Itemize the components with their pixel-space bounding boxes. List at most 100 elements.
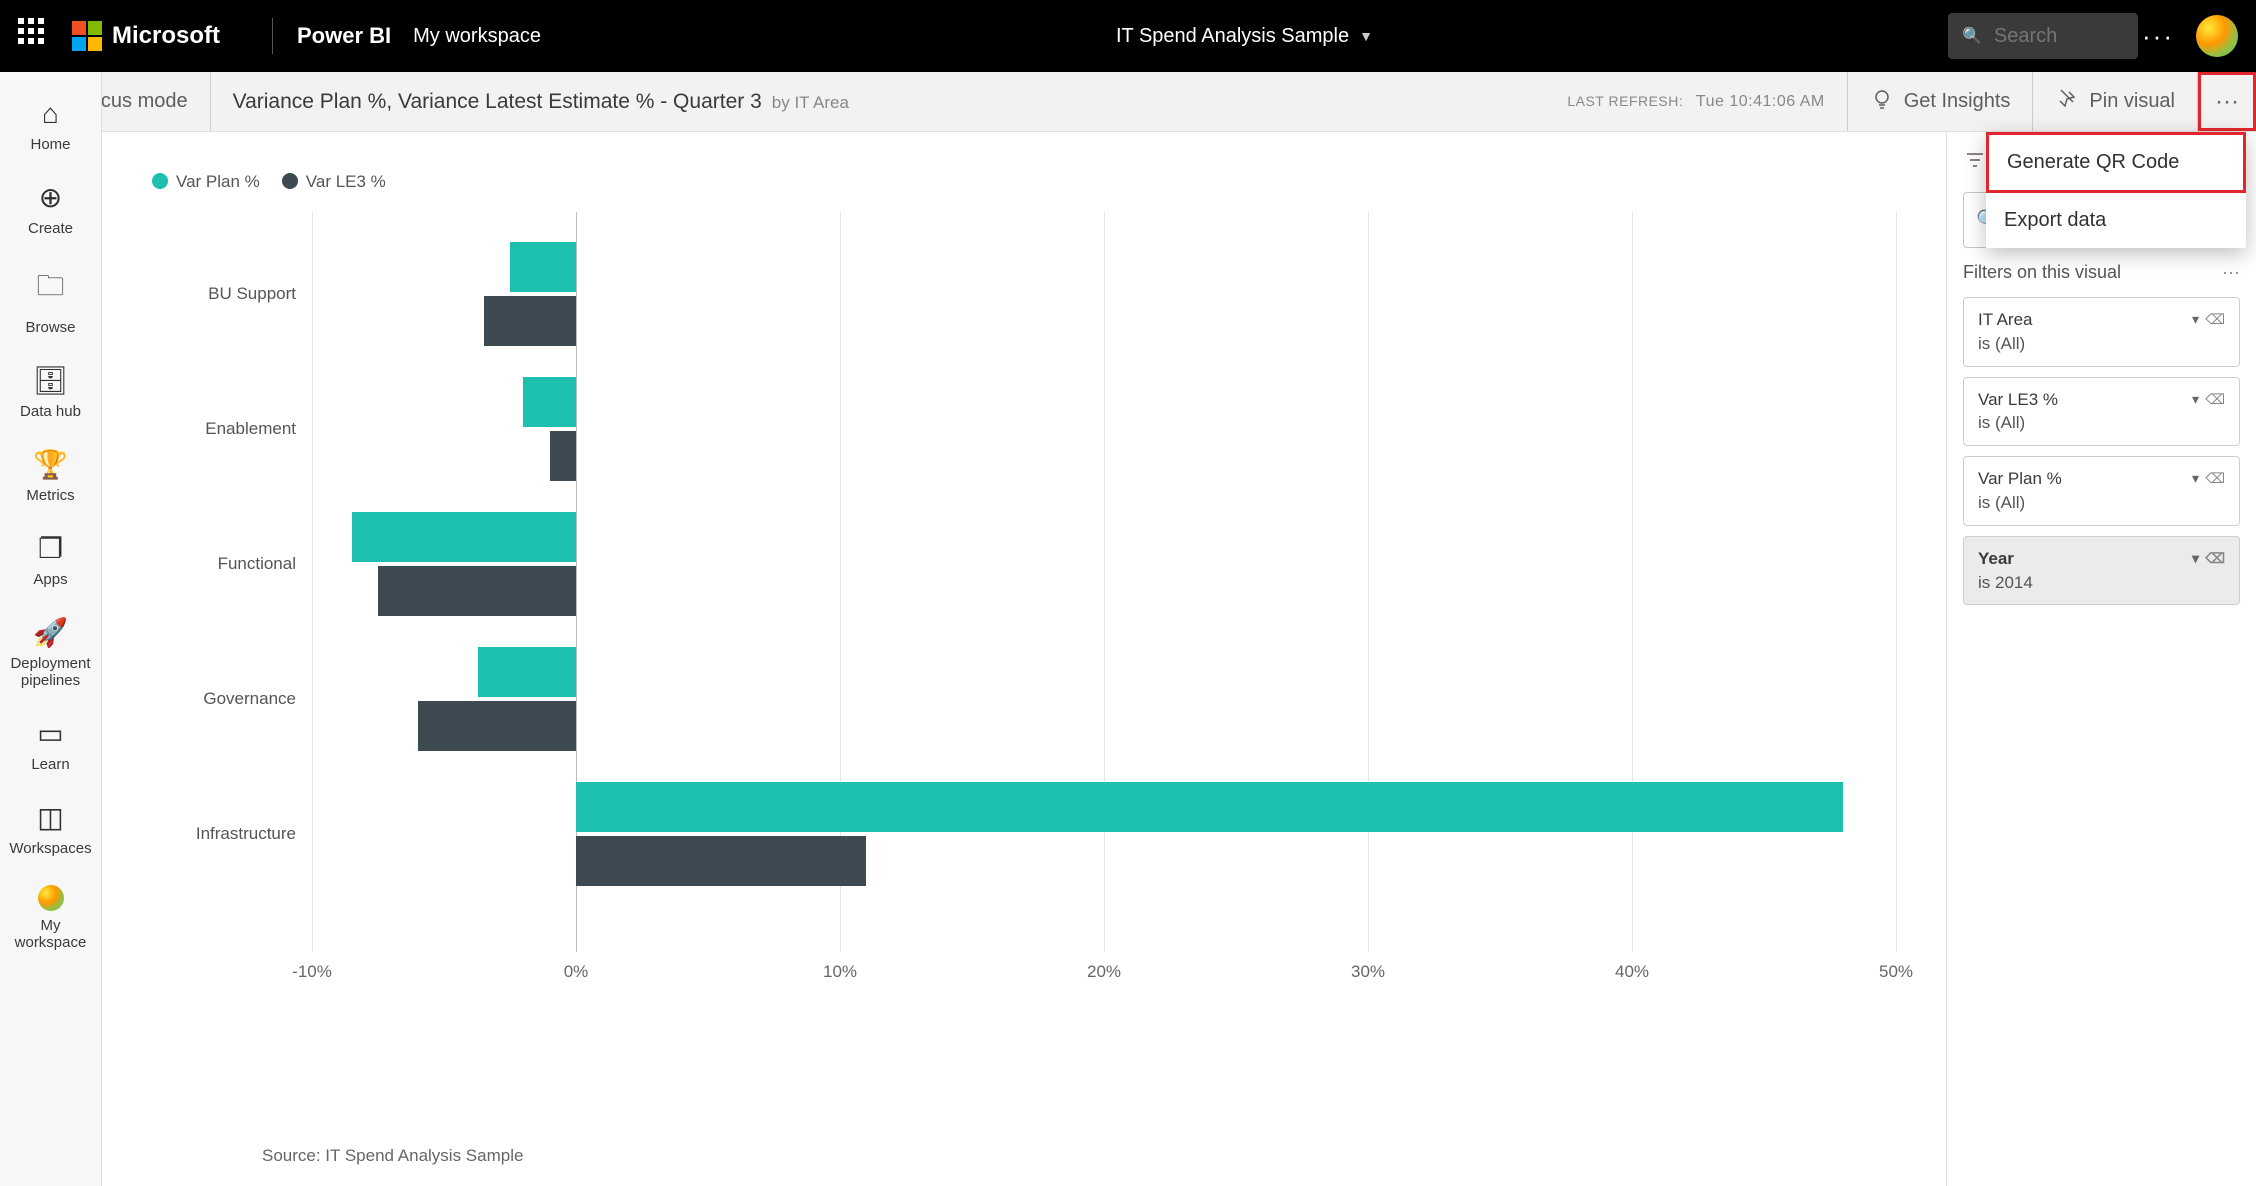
- book-icon: ▭: [37, 717, 63, 750]
- legend-item-le3[interactable]: Var LE3 %: [282, 172, 386, 192]
- settings-more-icon[interactable]: ···: [2138, 21, 2178, 52]
- nav-apps-label: Apps: [33, 571, 67, 588]
- visual-title-main: Variance Plan %, Variance Latest Estimat…: [233, 90, 762, 114]
- more-options-button[interactable]: ···: [2197, 72, 2256, 131]
- bar-var-le3--functional[interactable]: [378, 566, 576, 616]
- nav-datahub[interactable]: 🗄 Data hub: [0, 350, 101, 434]
- nav-learn-label: Learn: [31, 756, 69, 773]
- pin-visual-label: Pin visual: [2089, 90, 2175, 113]
- powerbi-label[interactable]: Power BI: [297, 23, 391, 49]
- visual-title-by: by IT Area: [772, 93, 849, 113]
- filter-card-value: is (All): [1978, 332, 2225, 356]
- filter-card-var-le3-[interactable]: Var LE3 %is (All)▾⌫: [1963, 377, 2240, 447]
- bar-var-le3--bu-support[interactable]: [484, 296, 576, 346]
- home-icon: ⌂: [42, 98, 59, 130]
- avatar[interactable]: [2196, 15, 2238, 57]
- pin-visual-button[interactable]: Pin visual: [2032, 72, 2197, 131]
- chevron-down-icon[interactable]: ▾: [2192, 390, 2199, 410]
- bar-var-le3--infrastructure[interactable]: [576, 836, 866, 886]
- workspace-breadcrumb[interactable]: My workspace: [413, 25, 541, 48]
- report-title-dropdown[interactable]: IT Spend Analysis Sample ▼: [541, 25, 1948, 48]
- filter-card-it-area[interactable]: IT Areais (All)▾⌫: [1963, 297, 2240, 367]
- legend-plan-label: Var Plan %: [176, 172, 260, 191]
- nav-workspaces-label: Workspaces: [9, 840, 91, 857]
- global-search[interactable]: 🔍: [1948, 13, 2138, 59]
- nav-pipelines-label: Deployment pipelines: [4, 655, 97, 689]
- more-options-menu: Generate QR Code Export data: [1986, 132, 2246, 248]
- chevron-down-icon[interactable]: ▾: [2192, 310, 2199, 330]
- nav-my-workspace[interactable]: My workspace: [0, 871, 101, 965]
- global-header: Microsoft Power BI My workspace IT Spend…: [0, 0, 2256, 72]
- last-refresh-time: Tue 10:41:06 AM: [1696, 93, 1825, 110]
- nav-datahub-label: Data hub: [20, 403, 81, 420]
- search-icon: 🔍: [1962, 26, 1982, 46]
- chart-area: Var Plan % Var LE3 % -10%0%10%20%30%40%5…: [102, 132, 1946, 1186]
- global-search-input[interactable]: [1994, 25, 2124, 48]
- bar-var-le3--enablement[interactable]: [550, 431, 576, 481]
- nav-workspaces[interactable]: ◫Workspaces: [0, 787, 101, 871]
- bar-var-plan--functional[interactable]: [352, 512, 576, 562]
- x-tick-label: 0%: [564, 962, 589, 982]
- x-tick-label: 50%: [1879, 962, 1913, 982]
- eraser-icon[interactable]: ⌫: [2205, 549, 2225, 569]
- filters-subheading: Filters on this visual ···: [1963, 262, 2240, 283]
- nav-create-label: Create: [28, 220, 73, 237]
- database-icon: 🗄: [33, 364, 69, 397]
- content: Var Plan % Var LE3 % -10%0%10%20%30%40%5…: [102, 132, 2256, 1186]
- eraser-icon[interactable]: ⌫: [2205, 469, 2225, 489]
- nav-browse[interactable]: 🗀Browse: [0, 251, 101, 350]
- nav-create[interactable]: ⊕Create: [0, 167, 101, 251]
- app-launcher-icon[interactable]: [18, 18, 54, 54]
- legend-swatch-teal-icon: [152, 173, 168, 189]
- y-category-label: Enablement: [205, 419, 312, 439]
- nav-apps[interactable]: ❐ Apps: [0, 518, 101, 602]
- nav-home[interactable]: ⌂Home: [0, 84, 101, 167]
- microsoft-logo-icon: [72, 21, 102, 51]
- eraser-icon[interactable]: ⌫: [2205, 310, 2225, 330]
- menu-export-data[interactable]: Export data: [1986, 193, 2246, 248]
- bar-var-le3--governance[interactable]: [418, 701, 576, 751]
- nav-metrics[interactable]: 🏆Metrics: [0, 434, 101, 518]
- last-refresh: LAST REFRESH: Tue 10:41:06 AM: [1567, 93, 1846, 111]
- nav-rail: ⌂Home ⊕Create 🗀Browse 🗄 Data hub 🏆Metrics…: [0, 72, 102, 1186]
- y-category-label: Functional: [218, 554, 312, 574]
- bar-var-plan--enablement[interactable]: [523, 377, 576, 427]
- apps-icon: ❐: [38, 532, 63, 565]
- filter-card-year[interactable]: Yearis 2014▾⌫: [1963, 536, 2240, 606]
- more-icon: ···: [2215, 88, 2239, 116]
- filter-card-var-plan-[interactable]: Var Plan %is (All)▾⌫: [1963, 456, 2240, 526]
- bar-var-plan--governance[interactable]: [478, 647, 576, 697]
- filters-more-icon[interactable]: ···: [2222, 262, 2240, 283]
- eraser-icon[interactable]: ⌫: [2205, 390, 2225, 410]
- filters-subheading-label: Filters on this visual: [1963, 262, 2121, 283]
- x-tick-label: 40%: [1615, 962, 1649, 982]
- filter-card-value: is 2014: [1978, 571, 2225, 595]
- y-category-label: Governance: [203, 689, 312, 709]
- bar-var-plan--infrastructure[interactable]: [576, 782, 1843, 832]
- chevron-down-icon[interactable]: ▾: [2192, 469, 2199, 489]
- folder-icon: 🗀: [36, 265, 64, 313]
- bar-var-plan--bu-support[interactable]: [510, 242, 576, 292]
- lightbulb-icon: [1870, 87, 1894, 117]
- y-category-label: Infrastructure: [196, 824, 312, 844]
- report-toolbar: ‹ Exit Focus mode Variance Plan %, Varia…: [0, 72, 2256, 132]
- nav-learn[interactable]: ▭ Learn: [0, 703, 101, 787]
- bar-chart[interactable]: -10%0%10%20%30%40%50%BU SupportEnablemen…: [312, 212, 1896, 992]
- report-title: IT Spend Analysis Sample: [1116, 25, 1349, 48]
- workspace-avatar-icon: [38, 885, 64, 911]
- x-tick-label: -10%: [292, 962, 332, 982]
- trophy-icon: 🏆: [33, 448, 68, 481]
- legend-item-plan[interactable]: Var Plan %: [152, 172, 260, 192]
- get-insights-label: Get Insights: [1904, 90, 2011, 113]
- nav-myws-label: My workspace: [4, 917, 97, 951]
- divider: [272, 18, 273, 54]
- nav-pipelines[interactable]: 🚀Deployment pipelines: [0, 602, 101, 703]
- filter-icon: [1963, 148, 1987, 178]
- get-insights-button[interactable]: Get Insights: [1847, 72, 2033, 131]
- chevron-down-icon[interactable]: ▾: [2192, 549, 2199, 569]
- filter-card-name: Var Plan %: [1978, 467, 2062, 491]
- menu-generate-qr[interactable]: Generate QR Code: [1986, 132, 2246, 193]
- filters-panel: Filters » 🔍 Filters on this visual ··· I…: [1946, 132, 2256, 1186]
- chart-source: Source: IT Spend Analysis Sample: [262, 1146, 523, 1166]
- legend-swatch-dark-icon: [282, 173, 298, 189]
